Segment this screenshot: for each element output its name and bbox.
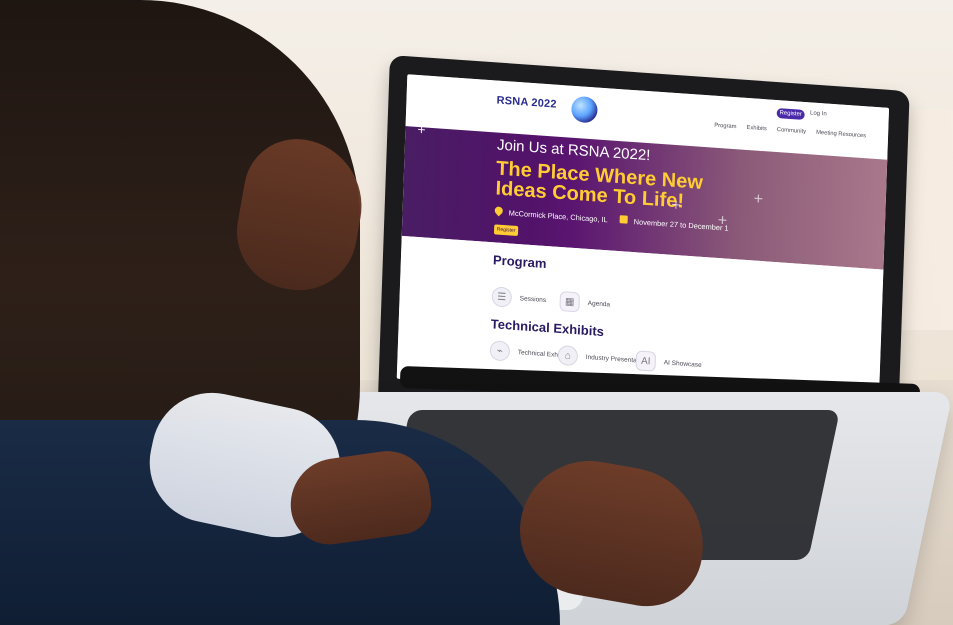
exhibits-tile-ai[interactable]: AI AI Showcase bbox=[635, 350, 702, 375]
program-tile-agenda[interactable]: ▦ Agenda bbox=[559, 291, 610, 314]
nav-item-exhibits[interactable]: Exhibits bbox=[746, 125, 767, 132]
rsna-logo: RSNA 2022 bbox=[496, 94, 557, 111]
nav-item-community[interactable]: Community bbox=[777, 127, 807, 135]
technical-exhibits-title: Technical Exhibits bbox=[490, 316, 605, 340]
nav-item-meeting-resources[interactable]: Meeting Resources bbox=[816, 130, 866, 139]
decorative-plus-icon: + bbox=[753, 190, 764, 209]
rsna-logo-mark bbox=[571, 95, 598, 124]
photo: RSNA 2022 Register Log In Program Exhibi… bbox=[0, 0, 953, 625]
top-nav: Program Exhibits Community Meeting Resou… bbox=[714, 123, 866, 140]
nav-item-program[interactable]: Program bbox=[714, 123, 736, 131]
ai-showcase-icon: AI bbox=[635, 350, 657, 372]
laptop-screen: RSNA 2022 Register Log In Program Exhibi… bbox=[396, 74, 890, 413]
login-link[interactable]: Log In bbox=[810, 110, 827, 117]
technical-exhibits-icon: ⌁ bbox=[489, 340, 511, 362]
decorative-plus-icon: + bbox=[717, 211, 728, 230]
program-tile-label: Agenda bbox=[587, 299, 611, 309]
calendar-icon bbox=[619, 215, 628, 224]
dates: November 27 to December 1 bbox=[619, 215, 729, 233]
program-tile-label: Sessions bbox=[519, 294, 547, 304]
industry-presentations-icon: ⌂ bbox=[557, 344, 579, 367]
program-title: Program bbox=[492, 252, 547, 272]
program-tile-sessions[interactable]: ☰ Sessions bbox=[491, 286, 546, 310]
location-pin-icon bbox=[493, 205, 505, 217]
sessions-icon: ☰ bbox=[491, 286, 513, 308]
dates-text: November 27 to December 1 bbox=[633, 217, 729, 233]
agenda-icon: ▦ bbox=[559, 291, 581, 313]
register-button[interactable]: Register bbox=[776, 108, 805, 120]
hero-register-button[interactable]: Register bbox=[493, 224, 519, 237]
exhibits-tile-label: AI Showcase bbox=[663, 358, 702, 369]
decorative-plus-icon: + bbox=[417, 120, 426, 138]
decorative-plus-icon: + bbox=[670, 196, 681, 215]
